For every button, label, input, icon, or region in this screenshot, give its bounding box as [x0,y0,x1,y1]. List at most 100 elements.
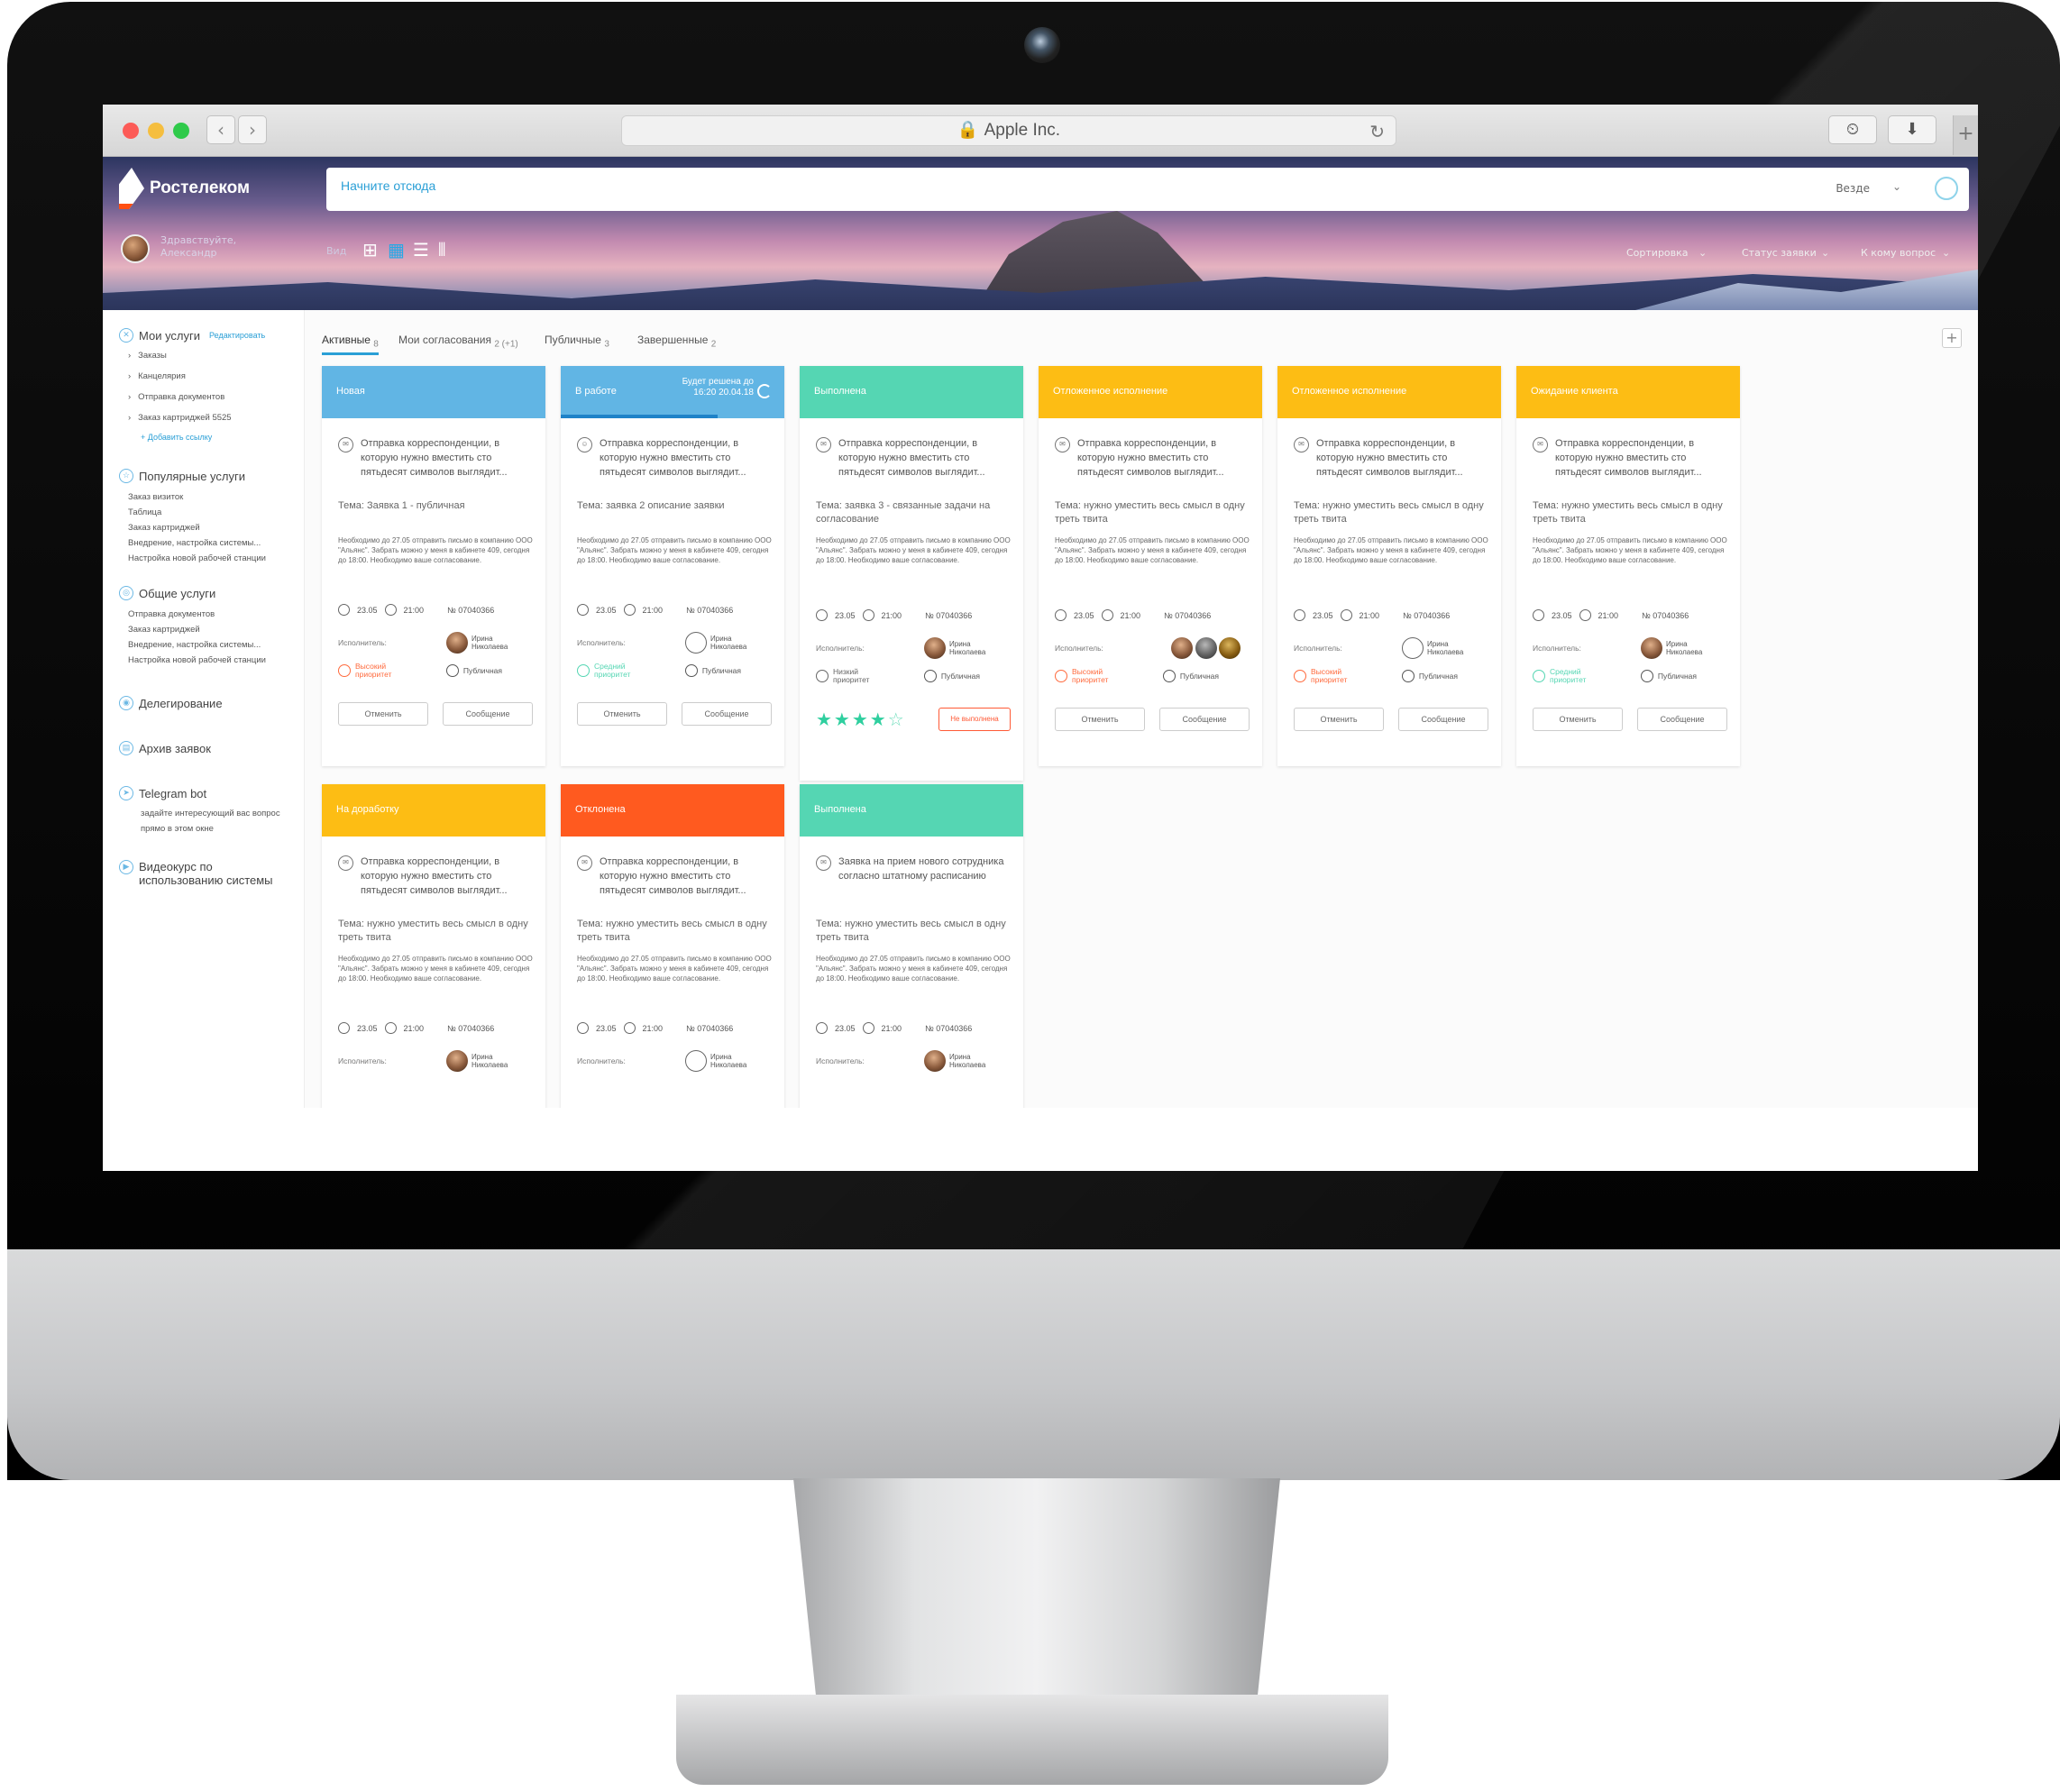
sort-chevron-icon[interactable]: ⌄ [1698,247,1707,259]
logo[interactable]: Ростелеком [119,168,250,209]
status-filter[interactable]: Статус заявки [1742,247,1817,259]
sidebar-my-services[interactable]: ✕ Мои услуги Редактировать [119,328,265,343]
popular-item[interactable]: Таблица [128,507,161,517]
popular-item[interactable]: Заказ картриджей [128,523,200,533]
sidebar-delegation[interactable]: ◉ Делегирование [119,696,223,710]
sidebar-item-orders[interactable]: › Заказы [128,351,167,361]
forward-button[interactable]: › [238,115,267,144]
general-item[interactable]: Заказ картриджей [128,625,200,635]
view-columns-icon[interactable]: ⫴ [438,240,458,260]
history-button[interactable]: ⏲ [1828,115,1877,144]
add-request-button[interactable]: + [1942,328,1962,348]
sidebar-item-stationery[interactable]: › Канцелярия [128,371,186,381]
view-list-icon[interactable]: ☰ [413,240,433,260]
close-window-button[interactable] [123,123,139,139]
cancel-button[interactable]: Отменить [1533,708,1623,731]
card-meta: 23.05 21:00 № 07040366 [338,1022,533,1034]
card-meta: 23.05 21:00 № 07040366 [338,604,533,616]
telegram-desc: задайте интересующий вас вопрос [141,809,280,818]
clock-icon [623,604,636,616]
rating-stars[interactable]: ★★★★☆ [816,709,906,731]
cancel-button[interactable]: Отменить [577,702,667,726]
search-scope-select[interactable]: Везде [1836,182,1870,195]
view-grid-small-icon[interactable]: ⊞ [362,240,382,260]
search-input[interactable] [341,178,1603,193]
assignee-chevron-icon[interactable]: ⌄ [1942,247,1950,259]
message-button[interactable]: Сообщение [1159,708,1250,731]
clock-icon [1340,609,1352,621]
sidebar-telegram[interactable]: ➤ Telegram bot [119,786,206,800]
user-avatar[interactable] [121,234,150,263]
card-status-header: Отложенное исполнение [1277,366,1501,418]
calendar-icon [1294,609,1305,621]
card-description: Необходимо до 27.05 отправить письмо в к… [338,955,533,983]
public-icon [1640,670,1653,682]
executor-avatar [446,632,468,654]
calendar-icon [1055,609,1067,621]
assignee-filter[interactable]: К кому вопрос [1861,247,1936,259]
mail-icon: ✉ [1055,437,1070,453]
video-icon: ▶ [119,860,133,874]
card-title: ✉ Отправка корреспонденции, в которую нуж… [577,855,772,905]
message-button[interactable]: Сообщение [682,702,772,726]
maximize-window-button[interactable] [173,123,189,139]
card-description: Необходимо до 27.05 отправить письмо в к… [577,536,772,564]
sidebar-item-cartridges[interactable]: › Заказ картриджей 5525 [128,413,232,423]
edit-link[interactable]: Редактировать [209,331,265,340]
user-greeting[interactable]: Здравствуйте, Александр [160,234,236,260]
sidebar-item-documents[interactable]: › Отправка документов [128,392,224,402]
message-button[interactable]: Сообщение [1637,708,1727,731]
card-description: Необходимо до 27.05 отправить письмо в к… [1055,536,1250,564]
not-done-button[interactable]: Не выполнена [938,708,1011,731]
popular-item[interactable]: Заказ визиток [128,492,183,502]
popular-item[interactable]: Внедрение, настройка системы... [128,538,261,548]
reload-icon[interactable]: ↻ [1369,118,1385,147]
add-link[interactable]: + Добавить ссылку [141,433,212,442]
public-icon [923,670,937,682]
request-card[interactable]: В работе Будет решена до 16:20 20.04.18 ☺… [561,366,784,766]
executor-avatar [1195,637,1217,659]
message-button[interactable]: Сообщение [1398,708,1488,731]
download-button[interactable]: ⬇ [1888,115,1936,144]
address-bar[interactable]: 🔒 Apple Inc. ↻ [621,115,1396,146]
status-chevron-icon[interactable]: ⌄ [1821,247,1829,259]
chevron-down-icon[interactable]: ⌄ [1892,180,1901,193]
sort-filter[interactable]: Сортировка [1626,247,1689,259]
sidebar-video[interactable]: ▶ Видеокурс по использованию системы [119,860,273,887]
back-button[interactable]: ‹ [206,115,235,144]
cancel-button[interactable]: Отменить [1294,708,1384,731]
tab-public[interactable]: Публичные 3 [545,334,609,349]
request-card[interactable]: Отложенное исполнение ✉ Отправка корреспо… [1277,366,1501,766]
card-title: ✉ Отправка корреспонденции, в которую нуж… [1055,436,1250,487]
tab-active[interactable]: Активные 8 [322,334,379,356]
request-card[interactable]: Отложенное исполнение ✉ Отправка корреспо… [1039,366,1262,766]
message-button[interactable]: Сообщение [443,702,533,726]
priority-icon [1294,670,1306,682]
cancel-button[interactable]: Отменить [338,702,428,726]
archive-icon: ▤ [119,741,133,755]
search-icon[interactable] [1935,177,1958,200]
new-tab-button[interactable]: + [1953,115,1978,155]
general-item[interactable]: Отправка документов [128,609,215,619]
tab-my-approvals[interactable]: Мои согласования 2 (+1) [398,334,518,349]
executor-avatar-placeholder [685,1050,707,1072]
request-card[interactable]: Отклонена ✉ Отправка корреспонденции, в к… [561,784,784,1109]
request-card[interactable]: Выполнена ✉ Заявка на прием нового сотруд… [800,784,1023,1109]
tab-completed[interactable]: Завершенные 2 [637,334,716,349]
cancel-button[interactable]: Отменить [1055,708,1145,731]
sidebar-archive[interactable]: ▤ Архив заявок [119,741,211,755]
general-item[interactable]: Настройка новой рабочей станции [128,655,266,665]
request-card[interactable]: На доработку ✉ Отправка корреспонденции, … [322,784,545,1109]
card-status-header: В работе Будет решена до 16:20 20.04.18 [561,366,784,418]
sidebar-general[interactable]: ◎ Общие услуги [119,586,215,600]
request-card[interactable]: Выполнена ✉ Отправка корреспонденции, в к… [800,366,1023,781]
request-card[interactable]: Новая ✉ Отправка корреспонденции, в котор… [322,366,545,766]
popular-item[interactable]: Настройка новой рабочей станции [128,553,266,563]
sidebar-popular[interactable]: ☆ Популярные услуги [119,469,245,483]
card-badges: Средний приоритет Публичная [577,663,772,679]
minimize-window-button[interactable] [148,123,164,139]
executor-avatar [446,1050,468,1072]
view-grid-large-icon[interactable]: ▦ [388,240,407,260]
request-card[interactable]: Ожидание клиента ✉ Отправка корреспонденц… [1516,366,1740,766]
general-item[interactable]: Внедрение, настройка системы... [128,640,261,650]
